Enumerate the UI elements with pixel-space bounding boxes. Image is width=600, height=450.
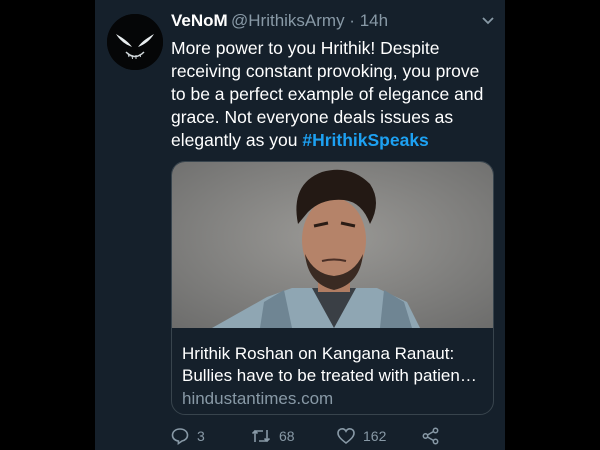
reply-icon	[171, 428, 189, 445]
like-count: 162	[363, 428, 387, 444]
tweet-text-line: grace. Not everyone deals issues as	[171, 107, 454, 127]
tweet-text: More power to you Hrithik! Despite recei…	[171, 37, 496, 152]
retweet-icon	[251, 429, 271, 443]
tweet-header: VeNoM @HrithiksArmy · 14h	[171, 11, 495, 35]
share-button[interactable]	[422, 425, 440, 447]
hashtag-link[interactable]: #HrithikSpeaks	[302, 130, 428, 150]
tweet-text-tail: elegantly as you	[171, 130, 303, 150]
tweet-actions: 3 68 162	[171, 425, 501, 447]
tweet-card[interactable]: VeNoM @HrithiksArmy · 14h More power to …	[95, 0, 505, 450]
venom-avatar-image	[107, 14, 163, 70]
tweet-text-line: More power to you Hrithik! Despite	[171, 38, 440, 58]
card-title-line: Bullies have to be treated with patien…	[182, 366, 477, 385]
card-domain: hindustantimes.com	[182, 389, 334, 408]
reply-count: 3	[197, 428, 205, 444]
retweet-button[interactable]: 68	[251, 425, 295, 447]
card-title[interactable]: Hrithik Roshan on Kangana Ranaut: Bullie…	[182, 343, 482, 387]
tweet-text-line: to be a perfect example of elegance and	[171, 84, 484, 104]
tweet-text-line: elegantly as you #HrithikSpeaks	[171, 129, 496, 152]
link-preview-card[interactable]: Hrithik Roshan on Kangana Ranaut: Bullie…	[171, 161, 494, 415]
heart-icon	[337, 427, 355, 445]
tweet-text-line: receiving constant provoking, you prove	[171, 61, 480, 81]
chevron-down-icon[interactable]	[481, 15, 495, 27]
card-title-line: Hrithik Roshan on Kangana Ranaut:	[182, 344, 455, 363]
reply-button[interactable]: 3	[171, 425, 205, 447]
article-photo	[172, 162, 493, 328]
like-button[interactable]: 162	[337, 425, 386, 447]
author-name[interactable]: VeNoM	[171, 11, 228, 31]
author-handle-time: @HrithiksArmy · 14h	[231, 11, 389, 30]
avatar[interactable]	[107, 14, 163, 70]
share-icon	[422, 427, 439, 445]
retweet-count: 68	[279, 428, 295, 444]
